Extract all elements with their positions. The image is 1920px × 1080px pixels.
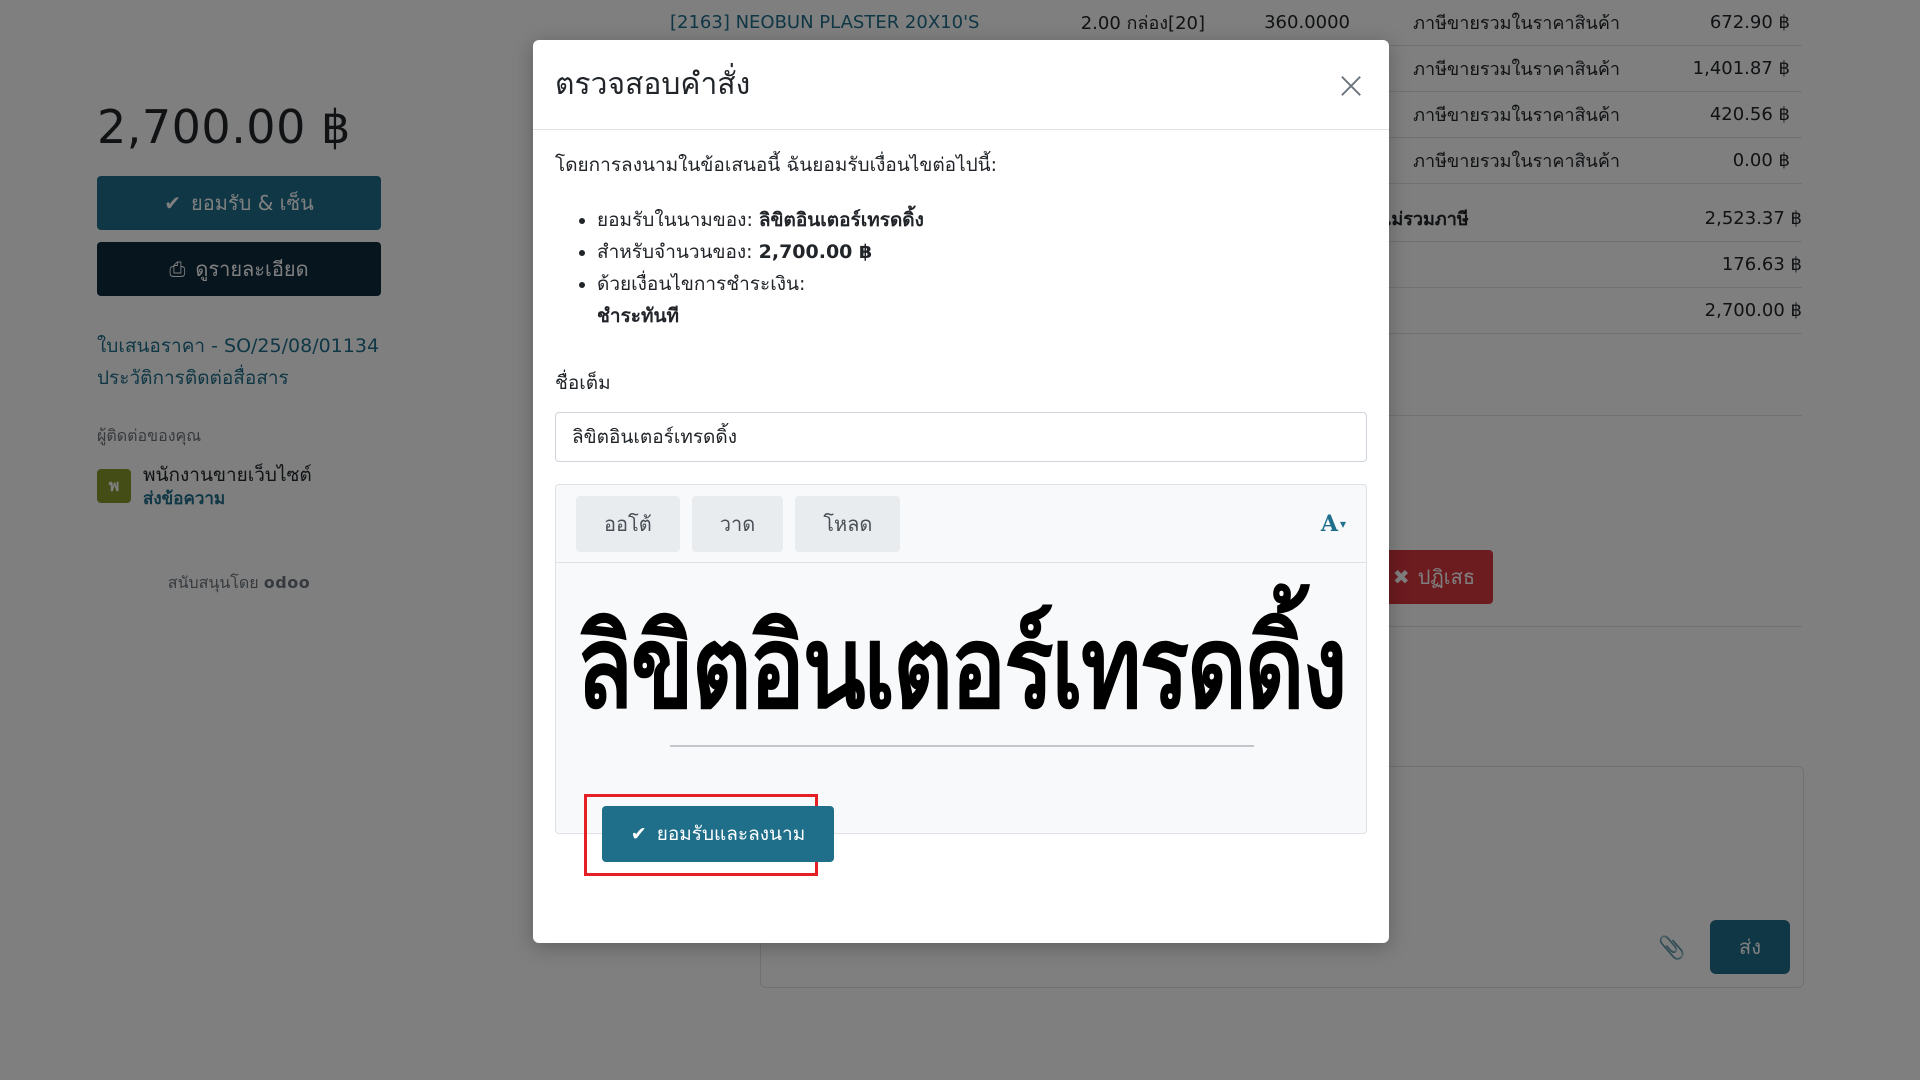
- font-selector-label: A: [1320, 510, 1338, 537]
- term-label: สำหรับจำนวนของ:: [597, 241, 759, 263]
- list-item: ยอมรับในนามของ: ลิขิตอินเตอร์เทรดดิ้ง: [597, 204, 1367, 236]
- term-value: ลิขิตอินเตอร์เทรดดิ้ง: [758, 209, 924, 231]
- full-name-input[interactable]: [555, 412, 1367, 462]
- accept-and-sign-button[interactable]: ✔ ยอมรับและลงนาม: [602, 806, 834, 862]
- signature-canvas[interactable]: ลิขิตอินเตอร์เทรดดิ้ง: [556, 563, 1366, 833]
- term-value: 2,700.00 ฿: [758, 241, 873, 263]
- signature-toolbar: ออโต้ วาด โหลด A ▾: [556, 485, 1366, 563]
- dialog-title: ตรวจสอบคำสั่ง: [555, 67, 751, 102]
- signature-auto-tab[interactable]: ออโต้: [576, 495, 680, 552]
- accept-and-sign-label: ยอมรับและลงนาม: [656, 823, 806, 845]
- dialog-header: ตรวจสอบคำสั่ง ×: [533, 40, 1389, 130]
- signature-preview: ลิขิตอินเตอร์เทรดดิ้ง: [576, 600, 1348, 735]
- list-item: สำหรับจำนวนของ: 2,700.00 ฿: [597, 236, 1367, 268]
- font-selector[interactable]: A ▾: [1321, 511, 1346, 537]
- close-icon[interactable]: ×: [1335, 66, 1367, 104]
- signature-load-tab[interactable]: โหลด: [795, 495, 901, 552]
- term-label: ยอมรับในนามของ:: [597, 209, 759, 231]
- full-name-label: ชื่อเต็ม: [555, 372, 611, 394]
- term-value: ชำระทันที: [597, 305, 680, 327]
- caret-down-icon: ▾: [1339, 516, 1346, 531]
- signature-pad: ออโต้ วาด โหลด A ▾ ลิขิตอินเตอร์เทรดดิ้ง: [555, 484, 1367, 834]
- term-label: ด้วยเงื่อนไขการชำระเงิน:: [597, 273, 806, 295]
- terms-intro: โดยการลงนามในข้อเสนอนี้ ฉันยอมรับเงื่อนไ…: [555, 154, 998, 176]
- signature-draw-tab[interactable]: วาด: [691, 495, 784, 552]
- list-item: ด้วยเงื่อนไขการชำระเงิน: ชำระทันที: [597, 268, 1367, 332]
- check-icon: ✔: [630, 823, 647, 845]
- dialog-body: โดยการลงนามในข้อเสนอนี้ ฉันยอมรับเงื่อนไ…: [533, 130, 1389, 834]
- signature-baseline: [670, 745, 1254, 747]
- terms-list: ยอมรับในนามของ: ลิขิตอินเตอร์เทรดดิ้ง สำ…: [555, 204, 1367, 332]
